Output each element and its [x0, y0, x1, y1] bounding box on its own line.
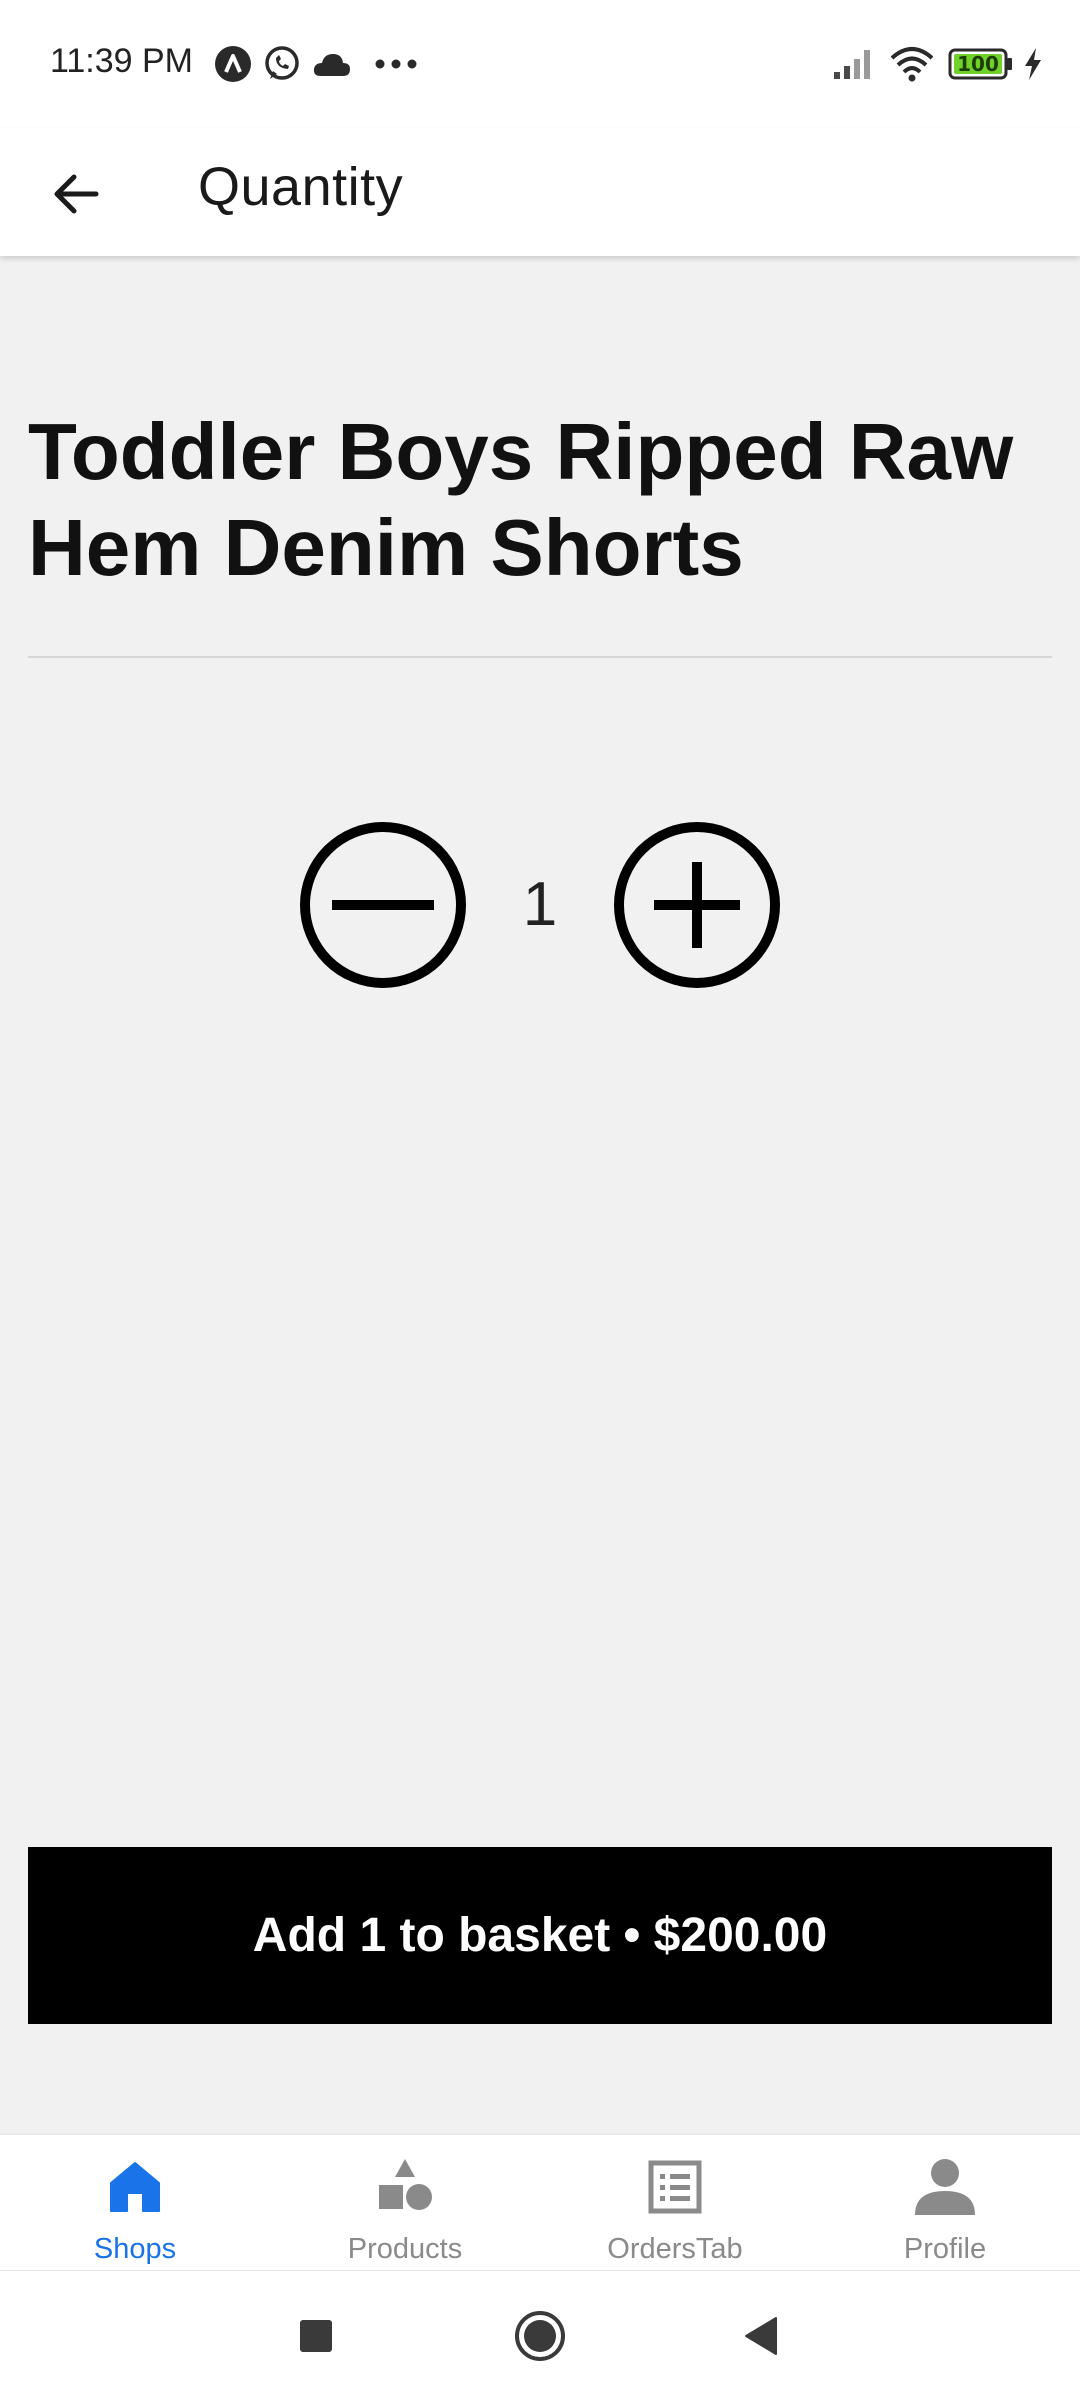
svg-text:100: 100: [957, 52, 999, 76]
signal-icon: [834, 50, 870, 79]
nav-label-products: Products: [347, 2233, 463, 2265]
nav-label-shops: Shops: [93, 2233, 177, 2265]
person-icon: [915, 2159, 975, 2215]
nav-item-orderstab[interactable]: OrdersTab: [540, 2135, 810, 2271]
nav-label-profile: Profile: [903, 2233, 987, 2265]
charging-icon: [1025, 48, 1041, 80]
back-button[interactable]: [38, 156, 114, 232]
system-nav: [0, 2270, 1080, 2401]
product-title: Toddler Boys Ripped Raw Hem Denim Shorts: [28, 407, 1014, 592]
nav-label-orderstab: OrdersTab: [607, 2233, 743, 2265]
list-icon: [648, 2160, 702, 2214]
decrement-button[interactable]: [298, 820, 468, 990]
page-title: Quantity: [198, 157, 404, 217]
whatsapp-icon: [265, 46, 299, 80]
status-time: 11:39 PM: [50, 42, 194, 80]
plus-circle-icon: [614, 822, 780, 988]
add-to-basket-button[interactable]: Add 1 to basket • $200.00: [28, 1847, 1052, 2024]
nav-item-shops[interactable]: Shops: [0, 2135, 270, 2271]
home-circle-icon[interactable]: [508, 2304, 572, 2368]
quantity-value: 1: [522, 870, 558, 939]
bottom-nav: Shops Products OrdersTab Profile: [0, 2134, 1080, 2271]
app-bar: Quantity: [0, 128, 1080, 256]
add-to-basket-label: Add 1 to basket • $200.00: [252, 1909, 828, 1962]
quantity-stepper: 1: [0, 820, 1080, 990]
arrow-left-icon: [54, 174, 99, 214]
divider: [28, 656, 1052, 658]
minus-circle-icon: [300, 822, 466, 988]
nav-item-products[interactable]: Products: [270, 2135, 540, 2271]
shapes-icon: [379, 2159, 432, 2210]
more-dots-icon: [375, 59, 417, 69]
increment-button[interactable]: [612, 820, 782, 990]
cloud-icon: [313, 54, 350, 76]
battery-icon: 100: [948, 48, 1012, 80]
back-triangle-icon[interactable]: [730, 2304, 794, 2368]
recents-square-icon[interactable]: [284, 2304, 348, 2368]
nav-item-profile[interactable]: Profile: [810, 2135, 1080, 2271]
status-bar: 11:39 PM 100: [0, 0, 1080, 128]
home-icon: [110, 2162, 160, 2212]
app-a-icon: [215, 46, 251, 82]
wifi-icon: [890, 47, 934, 82]
